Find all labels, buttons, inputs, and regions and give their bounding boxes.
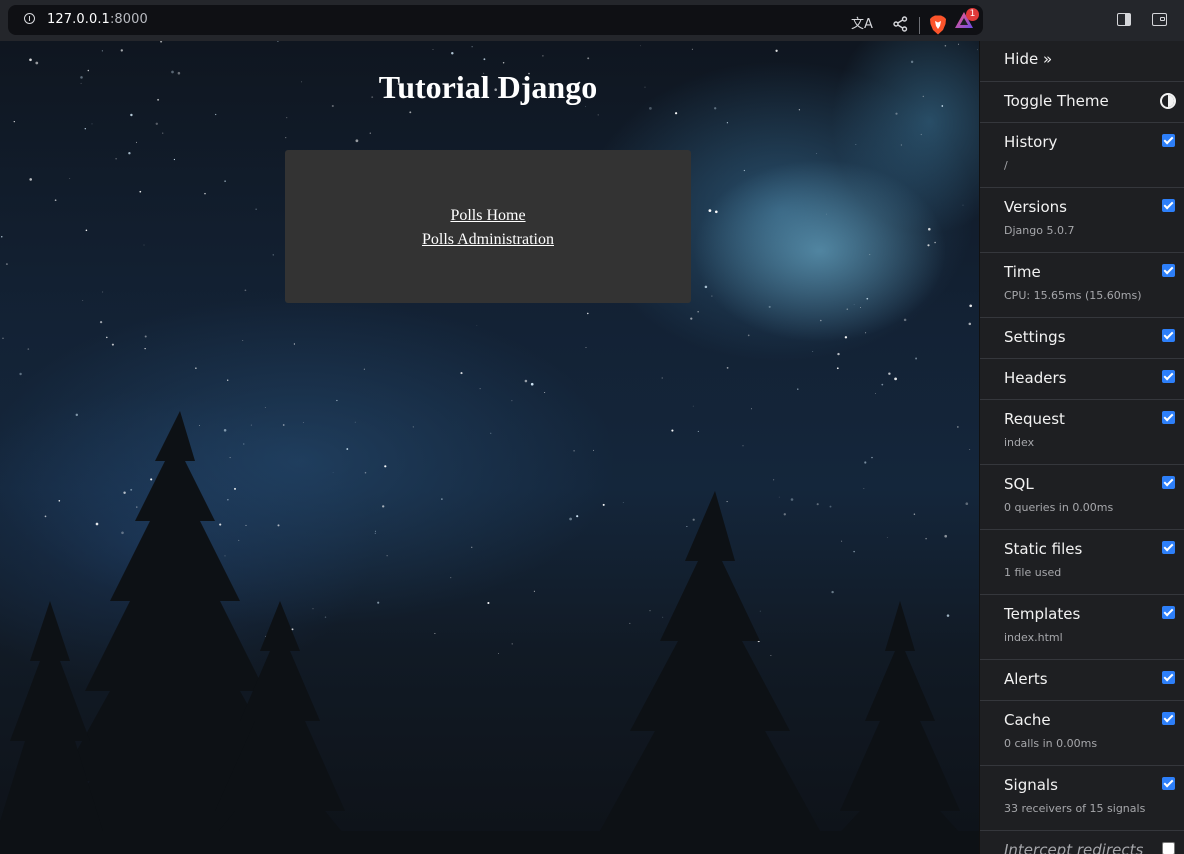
panel-toggle-checkbox[interactable]: [1162, 606, 1175, 619]
panel-toggle-checkbox[interactable]: [1162, 541, 1175, 554]
intercept-redirects-row[interactable]: Intercept redirects: [980, 831, 1184, 854]
panel-toggle-checkbox[interactable]: [1162, 370, 1175, 383]
panel-title: Signals: [1004, 776, 1058, 794]
panel-title: Static files: [1004, 540, 1083, 558]
panel-title: Headers: [1004, 369, 1067, 387]
panel-subtitle: 33 receivers of 15 signals: [1004, 802, 1146, 815]
panel-cache[interactable]: Cache 0 calls in 0.00ms: [980, 701, 1184, 766]
list-item: Polls Home: [285, 203, 691, 227]
page-viewport: Tutorial Django Polls Home Polls Adminis…: [0, 41, 979, 854]
brave-shields-icon[interactable]: [929, 15, 947, 35]
panel-subtitle: Django 5.0.7: [1004, 224, 1075, 237]
wallet-icon[interactable]: [1152, 13, 1167, 26]
panel-toggle-checkbox[interactable]: [1162, 712, 1175, 725]
translate-icon[interactable]: 文A: [851, 17, 873, 33]
panel-title: Time: [1004, 263, 1041, 281]
debug-toolbar: Hide » Toggle Theme History / Versions Djan…: [979, 41, 1184, 854]
panel-title: Request: [1004, 410, 1065, 428]
panel-subtitle: index: [1004, 436, 1035, 449]
panel-toggle-checkbox[interactable]: [1162, 199, 1175, 212]
panel-toggle-checkbox[interactable]: [1162, 329, 1175, 342]
page-title: Tutorial Django: [378, 69, 598, 105]
intercept-redirects-label: Intercept redirects: [1004, 841, 1144, 854]
panel-subtitle: index.html: [1004, 631, 1063, 644]
panel-subtitle: 1 file used: [1004, 566, 1062, 579]
panel-request[interactable]: Request index: [980, 400, 1184, 465]
panel-toggle-checkbox[interactable]: [1162, 476, 1175, 489]
panel-headers[interactable]: Headers: [980, 359, 1184, 400]
panel-list: History / Versions Django 5.0.7 Time CPU: 15.…: [980, 123, 1184, 831]
site-info-icon[interactable]: [24, 13, 35, 24]
panel-title: History: [1004, 133, 1058, 151]
panel-toggle-checkbox[interactable]: [1162, 671, 1175, 684]
panel-time[interactable]: Time CPU: 15.65ms (15.60ms): [980, 253, 1184, 318]
panel-subtitle: CPU: 15.65ms (15.60ms): [1004, 289, 1142, 302]
panel-sql[interactable]: SQL 0 queries in 0.00ms: [980, 465, 1184, 530]
panel-title: Templates: [1004, 605, 1081, 623]
sidebar-toggle-icon[interactable]: [1117, 13, 1131, 26]
panel-toggle-checkbox[interactable]: [1162, 264, 1175, 277]
nav-card: Polls Home Polls Administration: [285, 150, 691, 303]
address-bar[interactable]: 127.0.0.1:8000 文A: [8, 5, 983, 35]
rewards-badge: 1: [966, 8, 979, 21]
polls-admin-link[interactable]: Polls Administration: [422, 231, 554, 248]
panel-subtitle: /: [1004, 159, 1008, 172]
panel-subtitle: 0 queries in 0.00ms: [1004, 501, 1114, 514]
list-item: Polls Administration: [285, 227, 691, 251]
panel-title: Alerts: [1004, 670, 1048, 688]
panel-toggle-checkbox[interactable]: [1162, 777, 1175, 790]
panel-templates[interactable]: Templates index.html: [980, 595, 1184, 660]
share-icon[interactable]: [893, 16, 908, 32]
panel-title: Versions: [1004, 198, 1067, 216]
panel-toggle-checkbox[interactable]: [1162, 411, 1175, 424]
panel-title: SQL: [1004, 475, 1034, 493]
hide-toolbar-button[interactable]: Hide »: [980, 41, 1184, 82]
toggle-theme-label: Toggle Theme: [1004, 92, 1109, 110]
panel-title: Settings: [1004, 328, 1066, 346]
theme-toggle-icon: [1160, 93, 1176, 109]
url-host: 127.0.0.1: [47, 12, 110, 27]
panel-toggle-checkbox[interactable]: [1162, 134, 1175, 147]
url-text[interactable]: 127.0.0.1:8000: [47, 12, 148, 27]
panel-history[interactable]: History /: [980, 123, 1184, 188]
polls-home-link[interactable]: Polls Home: [450, 207, 525, 224]
panel-title: Cache: [1004, 711, 1051, 729]
panel-alerts[interactable]: Alerts: [980, 660, 1184, 701]
browser-toolbar: 127.0.0.1:8000 文A 1: [0, 0, 1184, 41]
panel-signals[interactable]: Signals 33 receivers of 15 signals: [980, 766, 1184, 831]
intercept-redirects-checkbox[interactable]: [1162, 842, 1175, 854]
panel-settings[interactable]: Settings: [980, 318, 1184, 359]
panel-static-files[interactable]: Static files 1 file used: [980, 530, 1184, 595]
url-port: :8000: [109, 12, 148, 27]
panel-subtitle: 0 calls in 0.00ms: [1004, 737, 1098, 750]
hide-label: Hide »: [1004, 50, 1053, 68]
panel-versions[interactable]: Versions Django 5.0.7: [980, 188, 1184, 253]
toolbar-divider: [919, 17, 920, 34]
toggle-theme-button[interactable]: Toggle Theme: [980, 82, 1184, 123]
nav-list: Polls Home Polls Administration: [285, 203, 691, 251]
